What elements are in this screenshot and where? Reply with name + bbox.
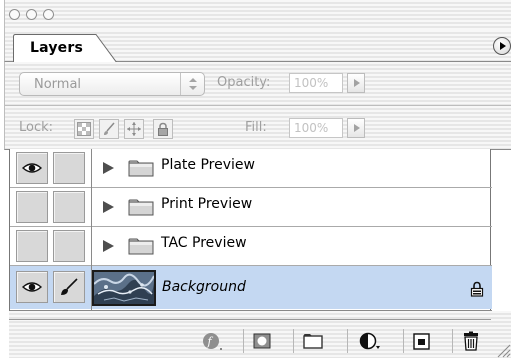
visibility-toggle[interactable] xyxy=(16,152,48,184)
layer-name: Plate Preview xyxy=(161,157,255,173)
link-toggle[interactable] xyxy=(53,230,85,262)
layer-style-icon: f xyxy=(203,333,222,350)
brush-icon xyxy=(61,278,78,295)
trash-icon xyxy=(464,331,478,351)
opacity-label: Opacity: xyxy=(217,75,271,90)
palette-tab-bar: Layers xyxy=(4,30,511,63)
blend-options-row: Normal Opacity: 100% xyxy=(4,62,511,106)
layer-name: TAC Preview xyxy=(161,235,247,251)
new-layer-icon xyxy=(413,333,430,350)
delete-layer-button[interactable] xyxy=(452,329,490,353)
close-window-button[interactable] xyxy=(9,9,20,20)
blend-mode-value: Normal xyxy=(34,77,82,92)
eye-icon xyxy=(22,282,42,292)
minimize-window-button[interactable] xyxy=(26,9,37,20)
column-divider xyxy=(91,227,92,266)
layer-thumbnail[interactable] xyxy=(92,270,156,306)
opacity-slider-button[interactable] xyxy=(347,73,365,93)
layers-list: Plate Preview Print Preview TAC Preview xyxy=(9,149,492,311)
expand-triangle-icon[interactable] xyxy=(103,240,114,252)
eye-icon xyxy=(22,163,42,173)
fill-slider-button[interactable] xyxy=(347,118,365,138)
folder-icon xyxy=(128,238,154,255)
tab-layers[interactable]: Layers xyxy=(13,34,119,63)
column-divider xyxy=(91,188,92,227)
brush-icon xyxy=(104,122,115,135)
layer-row-background[interactable]: Background xyxy=(10,266,492,311)
tab-label: Layers xyxy=(30,40,83,56)
resize-grip-icon[interactable] xyxy=(495,342,511,358)
layer-mask-icon xyxy=(253,333,271,349)
expand-triangle-icon[interactable] xyxy=(103,162,114,174)
visibility-toggle[interactable] xyxy=(16,191,48,223)
fill-field[interactable]: 100% xyxy=(289,118,343,138)
lock-image-checkbox[interactable] xyxy=(99,119,119,139)
select-arrows-icon xyxy=(180,73,204,95)
paintbrush-toggle[interactable] xyxy=(53,271,85,303)
add-layer-mask-button[interactable] xyxy=(243,329,283,353)
lock-all-checkbox[interactable] xyxy=(153,119,173,139)
link-toggle[interactable] xyxy=(53,152,85,184)
lock-position-checkbox[interactable] xyxy=(124,119,144,139)
padlock-icon xyxy=(158,122,168,136)
opacity-field[interactable]: 100% xyxy=(289,73,343,93)
new-layer-button[interactable] xyxy=(403,329,443,353)
blend-mode-select[interactable]: Normal xyxy=(19,72,205,96)
lock-label: Lock: xyxy=(19,120,54,135)
folder-icon xyxy=(128,199,154,216)
new-set-icon xyxy=(303,334,323,349)
layer-row-plate-preview[interactable]: Plate Preview xyxy=(10,149,492,188)
column-divider xyxy=(91,149,92,188)
visibility-toggle[interactable] xyxy=(16,271,48,303)
add-layer-style-button[interactable]: f xyxy=(191,329,227,353)
visibility-toggle[interactable] xyxy=(16,230,48,262)
move-icon xyxy=(127,122,141,136)
window-titlebar[interactable] xyxy=(4,0,511,30)
lock-transparency-checkbox[interactable] xyxy=(74,119,94,139)
new-adjustment-layer-button[interactable] xyxy=(347,329,391,353)
zoom-window-button[interactable] xyxy=(43,9,54,20)
expand-triangle-icon[interactable] xyxy=(103,201,114,213)
layer-row-tac-preview[interactable]: TAC Preview xyxy=(10,227,492,266)
palette-menu-button[interactable] xyxy=(493,37,511,55)
layer-row-print-preview[interactable]: Print Preview xyxy=(10,188,492,227)
link-toggle[interactable] xyxy=(53,191,85,223)
new-layer-set-button[interactable] xyxy=(293,329,335,353)
layers-toolbar: f xyxy=(9,311,511,358)
folder-icon xyxy=(128,160,154,177)
thumbnail-image xyxy=(93,272,155,304)
layer-name: Print Preview xyxy=(161,196,253,212)
layer-name: Background xyxy=(162,279,246,295)
adjustment-layer-icon xyxy=(359,332,380,350)
fill-label: Fill: xyxy=(245,120,267,135)
checker-icon xyxy=(77,122,91,136)
padlock-icon xyxy=(470,281,484,297)
lock-options-row: Lock: Fill: 100% xyxy=(4,106,511,150)
